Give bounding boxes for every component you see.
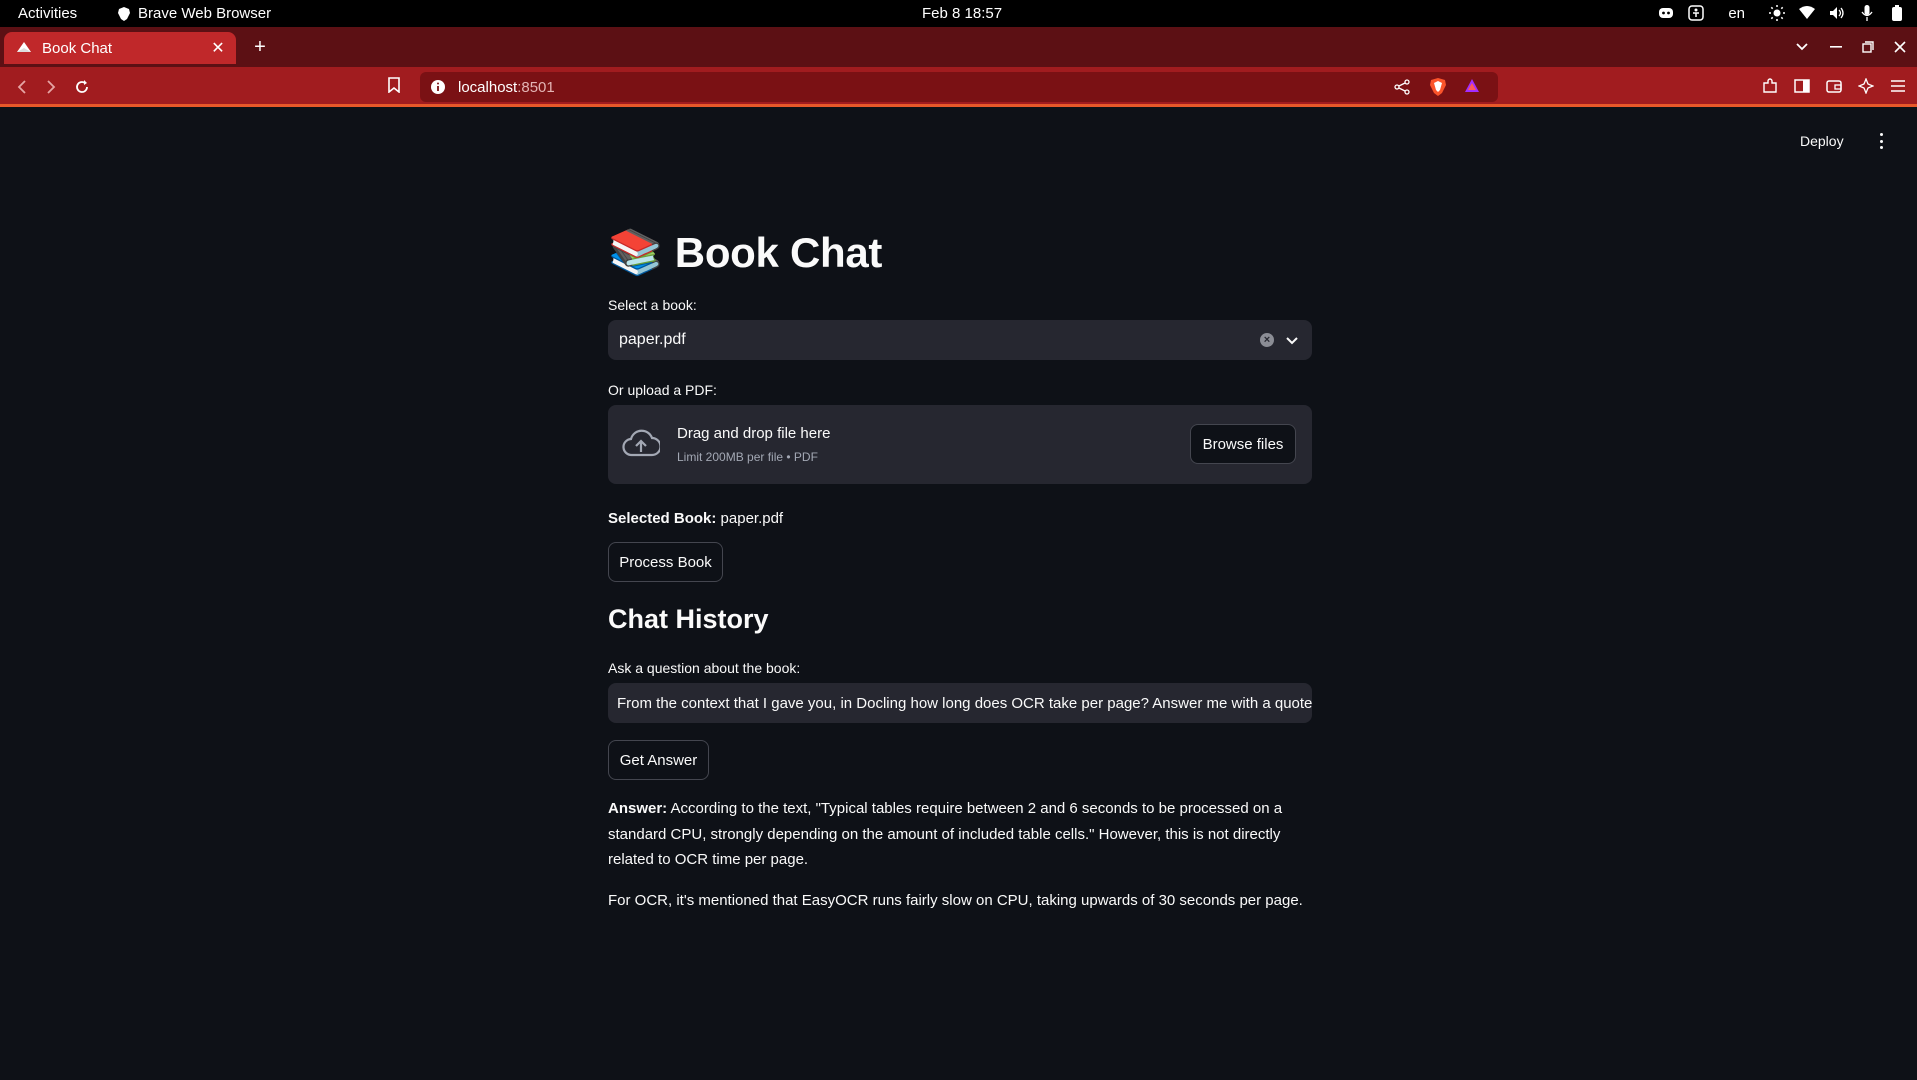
- chevron-down-icon[interactable]: [1284, 332, 1300, 348]
- question-input-value: From the context that I gave you, in Doc…: [617, 694, 1312, 712]
- question-input[interactable]: From the context that I gave you, in Doc…: [608, 683, 1312, 723]
- reload-icon[interactable]: [71, 76, 93, 98]
- sidebar-icon[interactable]: [1793, 77, 1811, 95]
- upload-label: Or upload a PDF:: [608, 382, 717, 398]
- leo-ai-icon[interactable]: [1857, 77, 1875, 95]
- site-info-icon[interactable]: [430, 79, 446, 95]
- selected-book-label: Selected Book:: [608, 510, 717, 527]
- answer-followup: For OCR, it's mentioned that EasyOCR run…: [608, 892, 1303, 909]
- books-emoji-icon: 📚: [608, 228, 663, 277]
- activities-button[interactable]: Activities: [18, 5, 77, 22]
- page-title: 📚 Book Chat: [608, 228, 882, 278]
- discord-icon[interactable]: [1658, 5, 1674, 21]
- wifi-icon[interactable]: [1799, 5, 1815, 21]
- answer-text: Answer: According to the text, "Typical …: [608, 796, 1312, 873]
- brightness-icon[interactable]: [1769, 5, 1785, 21]
- question-label: Ask a question about the book:: [608, 660, 801, 676]
- page-title-text: Book Chat: [674, 229, 883, 276]
- forward-icon[interactable]: [40, 76, 62, 98]
- tab-title: Book Chat: [42, 39, 113, 57]
- upload-limit-text: Limit 200MB per file • PDF: [677, 450, 818, 464]
- accessibility-icon[interactable]: [1688, 5, 1705, 21]
- answer-body: According to the text, "Typical tables r…: [608, 800, 1283, 868]
- address-bar[interactable]: localhost:8501: [420, 72, 1498, 102]
- deploy-button[interactable]: Deploy: [1800, 133, 1844, 149]
- browse-files-button[interactable]: Browse files: [1190, 424, 1296, 464]
- back-icon[interactable]: [11, 76, 33, 98]
- file-dropzone[interactable]: Drag and drop file here Limit 200MB per …: [608, 405, 1312, 484]
- select-book-label: Select a book:: [608, 297, 697, 313]
- app-header: Deploy: [0, 110, 1917, 160]
- app-menu[interactable]: Brave Web Browser: [118, 5, 271, 22]
- system-top-bar: Activities Brave Web Browser Feb 8 18:57…: [0, 0, 1917, 27]
- selected-book-value: paper.pdf: [716, 510, 784, 527]
- browser-tab-strip: Book Chat ✕ +: [0, 27, 1917, 67]
- restore-icon[interactable]: [1858, 37, 1878, 57]
- streamlit-favicon-icon: [16, 40, 32, 56]
- main-menu-icon[interactable]: [1876, 133, 1886, 149]
- volume-icon[interactable]: [1829, 5, 1845, 21]
- app-name: Brave Web Browser: [138, 5, 272, 22]
- brave-rewards-icon[interactable]: [1464, 78, 1480, 99]
- browser-toolbar: localhost:8501: [0, 67, 1917, 107]
- extensions-icon[interactable]: [1761, 77, 1779, 95]
- tab-close-icon[interactable]: ✕: [208, 38, 228, 58]
- battery-icon[interactable]: [1889, 5, 1905, 21]
- tab-list-chevron-icon[interactable]: [1792, 37, 1812, 57]
- cloud-upload-icon: [622, 429, 662, 459]
- microphone-icon[interactable]: [1859, 5, 1875, 21]
- chat-history-heading: Chat History: [608, 604, 769, 634]
- brave-logo-icon: [118, 6, 130, 21]
- share-icon[interactable]: [1394, 79, 1410, 100]
- menu-icon[interactable]: [1889, 77, 1907, 95]
- clock[interactable]: Feb 8 18:57: [922, 5, 1002, 22]
- new-tab-button[interactable]: +: [250, 37, 270, 57]
- url-text[interactable]: localhost:8501: [458, 79, 555, 96]
- keyboard-language[interactable]: en: [1728, 5, 1745, 22]
- selected-book: Selected Book: paper.pdf: [608, 510, 783, 527]
- brave-shields-icon[interactable]: [1430, 78, 1446, 101]
- tab-book-chat[interactable]: Book Chat ✕: [4, 32, 236, 64]
- minimize-icon[interactable]: [1826, 37, 1846, 57]
- wallet-icon[interactable]: [1825, 77, 1843, 95]
- system-tray[interactable]: en: [1658, 3, 1905, 23]
- clear-selection-icon[interactable]: ×: [1260, 333, 1274, 347]
- process-book-button[interactable]: Process Book: [608, 542, 723, 582]
- get-answer-button[interactable]: Get Answer: [608, 740, 709, 780]
- bookmark-icon[interactable]: [388, 77, 400, 98]
- close-window-icon[interactable]: [1890, 37, 1910, 57]
- answer-label: Answer:: [608, 800, 668, 817]
- book-select[interactable]: paper.pdf ×: [608, 320, 1312, 360]
- dropzone-text: Drag and drop file here: [677, 425, 831, 442]
- book-select-value: paper.pdf: [619, 331, 686, 348]
